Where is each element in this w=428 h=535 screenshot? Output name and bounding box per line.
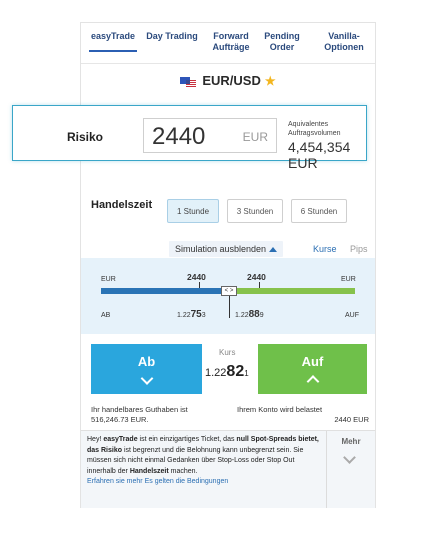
- right-amount: 2440: [247, 272, 266, 282]
- current-price-tick: [229, 296, 230, 318]
- risk-highlight-box: Risiko 2440 EUR Aquivalentes Auftragsvol…: [12, 105, 367, 171]
- chevron-down-icon: [140, 372, 153, 385]
- star-icon[interactable]: ★: [265, 74, 276, 88]
- instrument-header: EUR/USD ★: [81, 73, 375, 88]
- trade-ticket-panel: easyTrade Day Trading Forward Aufträge P…: [80, 22, 376, 508]
- tab-easytrade[interactable]: easyTrade: [89, 31, 137, 52]
- range-slider-handle[interactable]: < >: [221, 286, 237, 296]
- left-amount: 2440: [187, 272, 206, 282]
- right-side-label: AUF: [345, 312, 359, 319]
- view-pips-toggle[interactable]: Pips: [350, 244, 368, 254]
- right-currency: EUR: [341, 276, 356, 283]
- risk-label: Risiko: [67, 130, 104, 144]
- profit-bar: [237, 288, 355, 294]
- promo-text: Hey! easyTrade ist ein einzigartiges Tic…: [87, 436, 319, 485]
- tab-day-trading[interactable]: Day Trading: [143, 31, 201, 42]
- tab-vanilla-optionen[interactable]: Vanilla-Optionen: [319, 31, 369, 53]
- left-side-label: AB: [101, 312, 111, 319]
- chevron-up-icon: [306, 375, 319, 388]
- debit-value: 2440 EUR: [334, 415, 369, 424]
- right-barrier-price: 1.22889: [235, 309, 264, 320]
- simulation-area: EUR EUR 2440 2440 < > AB AUF 1.22753 1.2…: [81, 258, 375, 334]
- volume-value: 4,454,354 EUR: [288, 139, 351, 171]
- left-barrier-price: 1.22753: [177, 309, 206, 320]
- horizon-label: Handelszeit: [91, 199, 153, 211]
- eu-us-flag-icon: [180, 76, 197, 87]
- view-kurse-toggle[interactable]: Kurse: [313, 244, 337, 254]
- risk-currency: EUR: [242, 130, 268, 144]
- buy-auf-button[interactable]: Auf: [258, 344, 367, 394]
- debit-text: Ihrem Konto wird belastet: [237, 405, 323, 414]
- sell-ab-button[interactable]: Ab: [91, 344, 202, 394]
- rate-label: Kurs: [219, 348, 236, 357]
- risk-value: 2440: [152, 123, 206, 150]
- terms-link[interactable]: Erfahren sie mehr Es gelten die Bedingun…: [87, 478, 228, 485]
- caret-up-icon: [269, 247, 278, 253]
- tab-pending-order[interactable]: Pending Order: [263, 31, 301, 53]
- current-rate: 1.22821: [205, 363, 249, 380]
- tab-forward-auftraege[interactable]: Forward Aufträge: [209, 31, 253, 53]
- volume-label: Aquivalentes Auftragsvolumen: [288, 121, 341, 137]
- product-tabs: easyTrade Day Trading Forward Aufträge P…: [81, 23, 375, 64]
- available-balance-text: Ihr handelbares Guthaben ist 516,246.73 …: [91, 405, 188, 424]
- simulation-toggle-label: Simulation ausblenden: [175, 244, 267, 254]
- chevron-down-icon[interactable]: [343, 451, 356, 464]
- simulation-toggle[interactable]: Simulation ausblenden: [169, 241, 284, 257]
- risk-input[interactable]: 2440 EUR: [143, 118, 277, 153]
- horizon-option-3h[interactable]: 3 Stunden: [227, 199, 283, 223]
- left-currency: EUR: [101, 276, 116, 283]
- instrument-pair[interactable]: EUR/USD: [202, 73, 261, 88]
- loss-bar: [101, 288, 221, 294]
- more-button[interactable]: Mehr: [327, 437, 375, 446]
- promo-box: Hey! easyTrade ist ein einzigartiges Tic…: [81, 430, 375, 508]
- horizon-option-1h[interactable]: 1 Stunde: [167, 199, 219, 223]
- buy-label: Auf: [301, 354, 324, 369]
- sell-label: Ab: [137, 354, 156, 369]
- horizon-option-6h[interactable]: 6 Stunden: [291, 199, 347, 223]
